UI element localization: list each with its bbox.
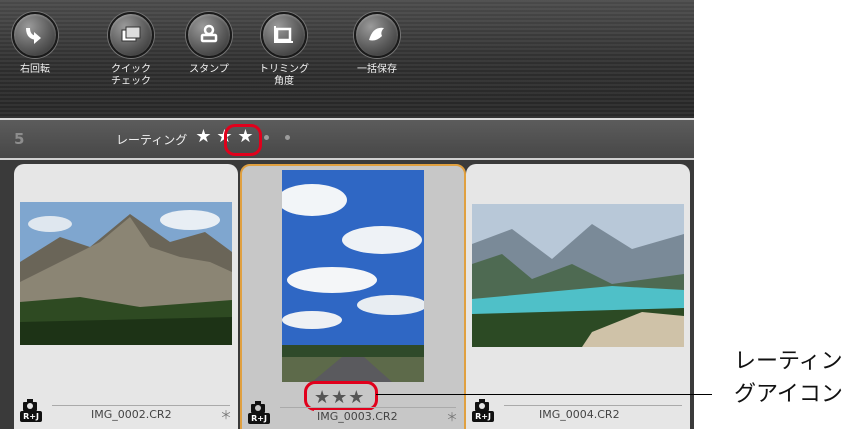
toolbar: 右回転 クイック チェック スタンプ トリミング 角度 一括保存 (0, 0, 694, 120)
rating-label: レーティング (116, 133, 188, 147)
app-window: 右回転 クイック チェック スタンプ トリミング 角度 一括保存 5 レーティン… (0, 0, 694, 429)
trim-angle-button[interactable]: トリミング 角度 (249, 12, 319, 88)
thumbnail-filename: IMG_0002.CR2 (88, 408, 175, 421)
rating-dot-5[interactable] (285, 134, 290, 140)
rating-star-1[interactable]: ★ (193, 128, 214, 146)
rating-number: 5 (14, 130, 25, 148)
stamp-button[interactable]: スタンプ (174, 12, 244, 76)
thumbnail-filename: IMG_0003.CR2 (314, 410, 401, 423)
edit-marker: ＊ (220, 408, 233, 422)
batch-save-button[interactable]: 一括保存 (342, 12, 412, 76)
photo-mountains (20, 202, 232, 345)
rating-bar: 5 レーティング ★ ★ ★ (0, 120, 694, 160)
quick-check-icon (108, 12, 154, 58)
rotate-right-button[interactable]: 右回転 (0, 12, 70, 76)
trim-angle-icon (261, 12, 307, 58)
raw-jpeg-badge: R+J (20, 411, 42, 422)
caption-line (504, 405, 682, 406)
thumbnail-img-0002[interactable]: R+J IMG_0002.CR2 ＊ (14, 164, 238, 429)
edit-marker: ＊ (446, 410, 459, 424)
callout-leader-line (376, 394, 712, 395)
batch-save-icon (354, 12, 400, 58)
caption-line (52, 405, 230, 406)
callout-label: レーティン グアイコン (734, 349, 843, 407)
caption-line (280, 407, 456, 408)
photo-lake (472, 204, 684, 347)
rating-dot-4[interactable] (264, 134, 269, 140)
rotate-right-icon (12, 12, 58, 58)
batch-save-label: 一括保存 (357, 64, 397, 75)
thumbnail-filename: IMG_0004.CR2 (536, 408, 623, 421)
photo-road-sky (282, 170, 424, 382)
quick-check-button[interactable]: クイック チェック (96, 12, 166, 88)
quick-check-label: クイック チェック (111, 64, 151, 87)
raw-jpeg-badge: R+J (248, 413, 270, 424)
stamp-icon (186, 12, 232, 58)
thumbnail-img-0003[interactable]: ★★★ R+J IMG_0003.CR2 ＊ (240, 164, 466, 429)
stamp-label: スタンプ (189, 64, 229, 75)
raw-jpeg-badge: R+J (472, 411, 494, 422)
thumbnail-img-0004[interactable]: R+J IMG_0004.CR2 (466, 164, 690, 429)
trim-angle-label: トリミング 角度 (259, 64, 309, 87)
rating-star-highlight (224, 124, 262, 156)
rotate-right-label: 右回転 (20, 64, 50, 75)
